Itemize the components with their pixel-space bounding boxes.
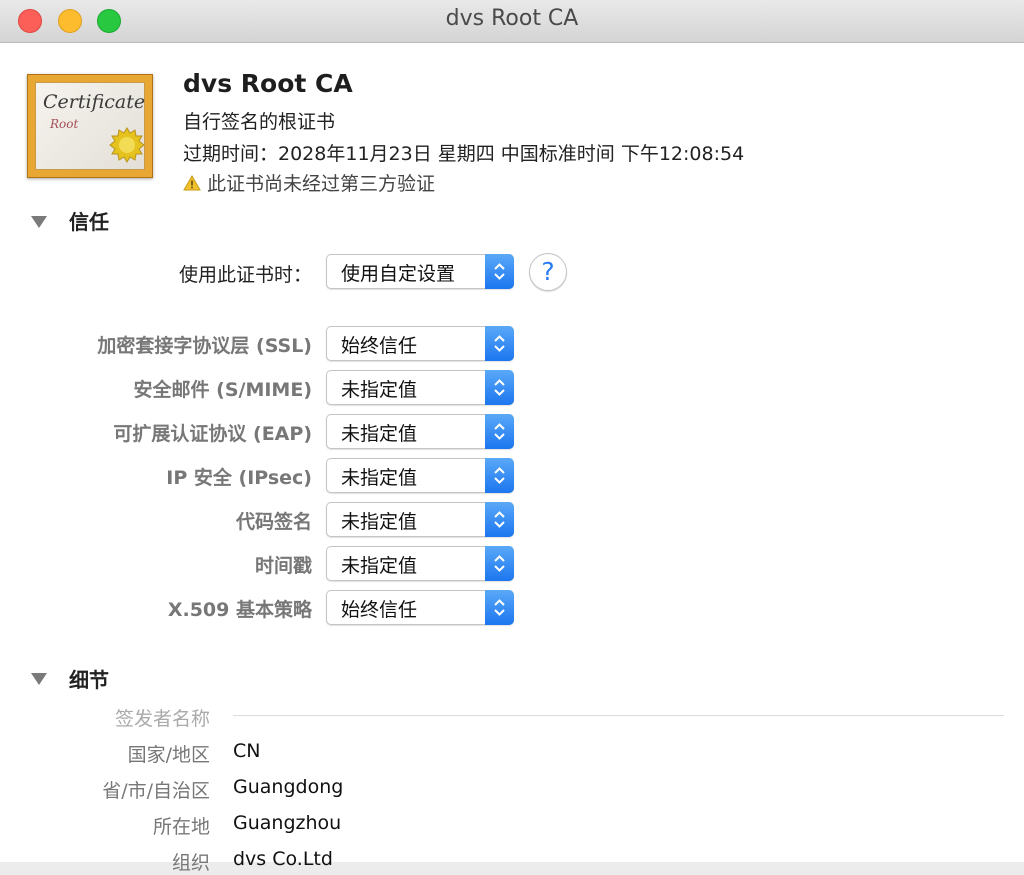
detail-label: 国家/地区 [127, 744, 210, 766]
trust-ssl-popup[interactable]: 始终信任 [326, 326, 514, 361]
trust-row-label: 安全邮件 (S/MIME) [133, 379, 312, 401]
certificate-kind: 自行签名的根证书 [183, 111, 336, 133]
certificate-warning: 此证书尚未经过第三方验证 [183, 169, 435, 196]
detail-label: 所在地 [152, 816, 210, 838]
trust-row-label: 可扩展认证协议 (EAP) [113, 423, 312, 445]
window-title: dvs Root CA [445, 6, 579, 31]
popup-arrows-icon [485, 590, 514, 625]
popup-value: 始终信任 [341, 335, 418, 357]
details-section-title[interactable]: 细节 [69, 664, 109, 693]
detail-value: Guangdong [233, 776, 344, 798]
certificate-content: Certificate Root dvs Root CA 自行签名的根证书 过期… [0, 43, 1024, 874]
popup-arrows-icon [485, 326, 514, 361]
popup-value: 未指定值 [341, 379, 418, 401]
popup-arrows-icon [485, 414, 514, 449]
use-certificate-label: 使用此证书时： [178, 264, 312, 286]
help-button[interactable]: ? [529, 253, 567, 291]
certificate-seal-icon [109, 127, 145, 163]
trust-disclosure-triangle[interactable] [31, 216, 47, 228]
certificate-name: dvs Root CA [183, 69, 353, 98]
popup-value: 未指定值 [341, 555, 418, 577]
trust-row-label: IP 安全 (IPsec) [166, 467, 312, 489]
popup-arrows-icon [485, 370, 514, 405]
trust-smime-popup[interactable]: 未指定值 [326, 370, 514, 405]
certificate-icon: Certificate Root [27, 74, 153, 178]
trust-x509-popup[interactable]: 始终信任 [326, 590, 514, 625]
trust-section-title[interactable]: 信任 [69, 206, 109, 235]
title-bar: dvs Root CA [0, 0, 1024, 43]
detail-value: CN [233, 740, 261, 762]
popup-value: 始终信任 [341, 599, 418, 621]
popup-arrows-icon [485, 254, 514, 289]
trust-row-label: 代码签名 [235, 511, 312, 533]
certificate-expiry: 过期时间：2028年11月23日 星期四 中国标准时间 下午12:08:54 [183, 143, 745, 165]
trust-eap-popup[interactable]: 未指定值 [326, 414, 514, 449]
certificate-warning-text: 此证书尚未经过第三方验证 [207, 173, 436, 195]
trust-timestamp-popup[interactable]: 未指定值 [326, 546, 514, 581]
trust-code-signing-popup[interactable]: 未指定值 [326, 502, 514, 537]
details-disclosure-triangle[interactable] [31, 673, 47, 685]
trust-ipsec-popup[interactable]: 未指定值 [326, 458, 514, 493]
issuer-name-group-label: 签发者名称 [114, 708, 210, 730]
trust-row-label: 加密套接字协议层 (SSL) [97, 335, 312, 357]
group-divider [233, 715, 1004, 716]
popup-value: 使用自定设置 [341, 263, 456, 285]
trust-row-label: 时间戳 [254, 555, 312, 577]
certificate-icon-text: Certificate [43, 91, 146, 113]
detail-value: Guangzhou [233, 812, 342, 834]
trust-row-label: X.509 基本策略 [167, 599, 312, 621]
use-certificate-popup[interactable]: 使用自定设置 [326, 254, 514, 289]
warning-icon [183, 175, 201, 191]
popup-arrows-icon [485, 502, 514, 537]
popup-value: 未指定值 [341, 511, 418, 533]
popup-value: 未指定值 [341, 423, 418, 445]
popup-arrows-icon [485, 546, 514, 581]
popup-arrows-icon [485, 458, 514, 493]
detail-label: 省/市/自治区 [102, 780, 210, 802]
popup-value: 未指定值 [341, 467, 418, 489]
detail-value: dvs Co.Ltd [233, 848, 333, 870]
certificate-icon-subtext: Root [50, 117, 79, 131]
